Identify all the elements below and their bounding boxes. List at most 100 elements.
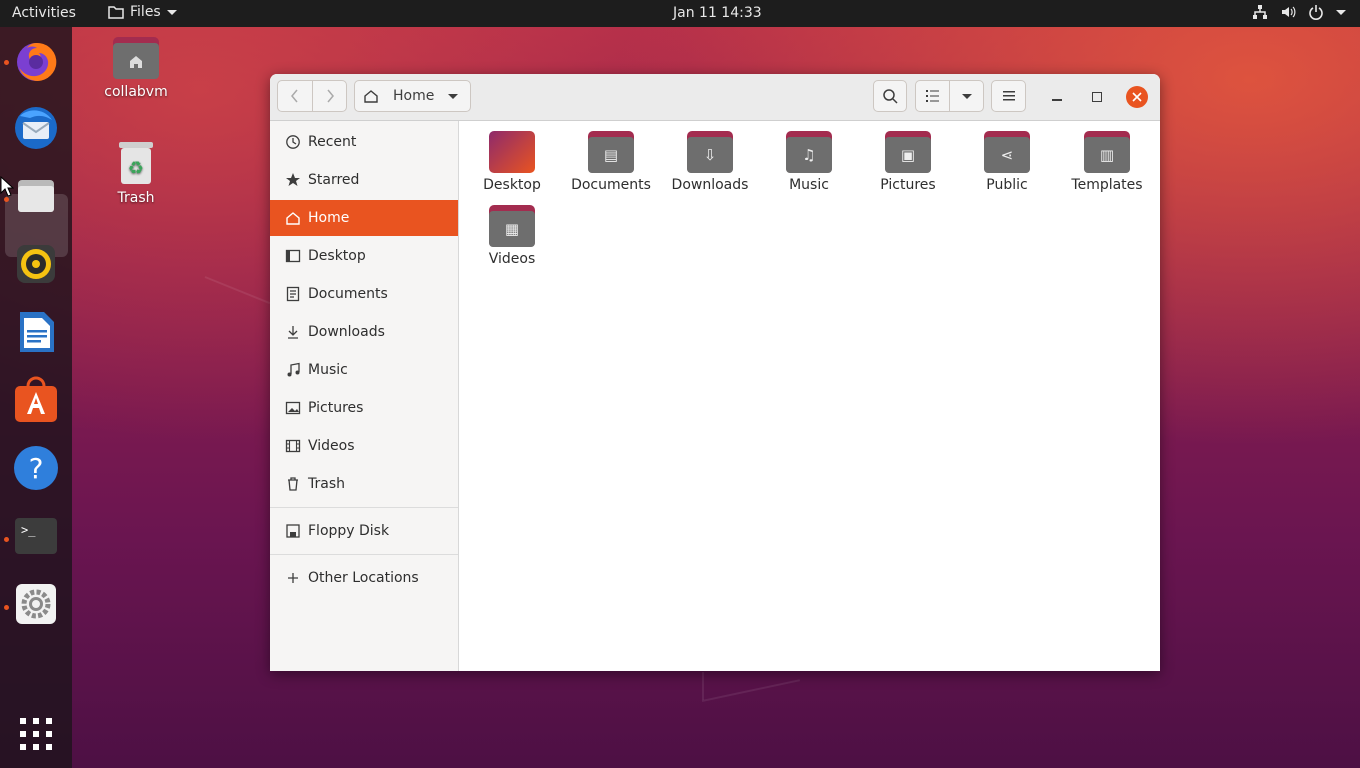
location-path-bar[interactable]: Home [354,80,471,112]
sidebar-item-videos[interactable]: Videos [270,428,458,464]
sidebar-item-music[interactable]: Music [270,352,458,388]
document-icon: ▤ [588,137,634,173]
download-icon: ⇩ [687,137,733,173]
floppy-icon [286,524,300,538]
files-icon[interactable] [12,172,60,220]
back-button[interactable] [277,80,313,112]
minimize-button[interactable] [1048,88,1066,106]
clock[interactable]: Jan 11 14:33 [673,5,762,21]
show-applications-icon[interactable] [12,710,60,758]
help-icon[interactable]: ? [12,444,60,492]
sidebar-item-downloads[interactable]: Downloads [270,314,458,350]
folder-downloads[interactable]: ⇩ Downloads [661,131,759,193]
folder-label: Downloads [671,177,749,193]
maximize-icon [1092,92,1102,102]
home-icon [364,90,378,103]
desktop-icon-collabvm[interactable]: collabvm [91,36,181,100]
running-indicator [4,537,9,542]
folder-label: Documents [571,177,651,193]
chevron-down-icon [448,93,459,99]
view-options-button[interactable] [949,80,984,112]
thunderbird-icon[interactable] [12,104,60,152]
folder-label: Videos [488,251,536,267]
trash-icon [288,477,298,491]
background-line [701,679,801,702]
star-icon [286,173,300,186]
sidebar-item-label: Trash [308,476,345,492]
background-line [204,276,271,305]
maximize-button[interactable] [1088,88,1106,106]
running-indicator [4,60,9,65]
list-view-icon [925,90,939,102]
terminal-icon[interactable]: >_ [12,512,60,560]
view-list-button[interactable] [915,80,950,112]
folder-label: Music [789,177,829,193]
system-tray[interactable] [1252,4,1346,20]
chevron-down-icon [166,9,177,15]
document-icon [286,286,300,302]
sidebar-divider [270,554,458,555]
rhythmbox-icon[interactable] [12,240,60,288]
close-button[interactable] [1126,86,1148,108]
svg-text:♻: ♻ [128,158,144,179]
activities-button[interactable]: Activities [12,5,76,21]
sidebar-item-starred[interactable]: Starred [270,162,458,198]
sidebar-item-recent[interactable]: Recent [270,124,458,160]
folder-public[interactable]: ⋖ Public [958,131,1056,193]
sidebar-item-pictures[interactable]: Pictures [270,390,458,426]
menu-button[interactable] [991,80,1026,112]
sidebar-item-label: Other Locations [308,570,419,586]
libreoffice-writer-icon[interactable] [12,308,60,356]
sidebar-item-label: Floppy Disk [308,523,390,539]
desktop-icon-trash[interactable]: ♻ Trash [91,140,181,206]
power-icon [1309,5,1323,20]
software-center-icon[interactable] [12,376,60,424]
download-icon [288,326,298,339]
hamburger-menu-icon [1002,91,1015,101]
folder-templates[interactable]: ▥ Templates [1058,131,1156,193]
folder-videos[interactable]: ▦ Videos [463,205,561,267]
folder-music[interactable]: ♫ Music [760,131,858,193]
sidebar-item-other-locations[interactable]: Other Locations [270,560,458,596]
location-label: Home [393,88,435,104]
sidebar-item-floppy-disk[interactable]: Floppy Disk [270,513,458,549]
desktop-folder-icon [489,131,535,173]
mouse-cursor-icon [0,176,14,197]
desktop-icon [285,249,301,263]
share-icon: ⋖ [984,137,1030,173]
sidebar-item-label: Documents [308,286,388,302]
folder-icon [108,6,124,19]
app-menu-label: Files [130,4,161,20]
search-button[interactable] [873,80,907,112]
picture-icon: ▣ [885,137,931,173]
sidebar-item-label: Downloads [308,324,385,340]
trash-icon: ♻ [119,142,153,184]
app-menu[interactable]: Files [108,4,177,20]
folder-label: Desktop [483,177,541,193]
desktop-icon-label: Trash [117,190,155,206]
search-icon [883,89,898,104]
sidebar-item-trash[interactable]: Trash [270,466,458,502]
folder-label: Pictures [880,177,936,193]
settings-icon[interactable] [12,580,60,628]
sidebar-item-label: Music [308,362,348,378]
forward-button[interactable] [312,80,347,112]
video-icon [285,439,301,453]
sidebar-item-documents[interactable]: Documents [270,276,458,312]
desktop-icon-label: collabvm [104,84,168,100]
chevron-down-icon [961,93,972,99]
folder-desktop[interactable]: Desktop [463,131,561,193]
folder-label: Public [986,177,1028,193]
sidebar-item-desktop[interactable]: Desktop [270,238,458,274]
minimize-icon [1052,99,1062,101]
template-icon: ▥ [1084,137,1130,173]
music-icon: ♫ [786,137,832,173]
music-icon [287,362,300,377]
sidebar-item-label: Videos [308,438,355,454]
file-grid: Desktop ▤ Documents ⇩ Downloads ♫ Music … [459,121,1160,671]
folder-pictures[interactable]: ▣ Pictures [859,131,957,193]
sidebar-item-home[interactable]: Home [270,200,458,236]
firefox-icon[interactable] [12,36,60,84]
folder-documents[interactable]: ▤ Documents [562,131,660,193]
sidebar-item-label: Recent [308,134,357,150]
